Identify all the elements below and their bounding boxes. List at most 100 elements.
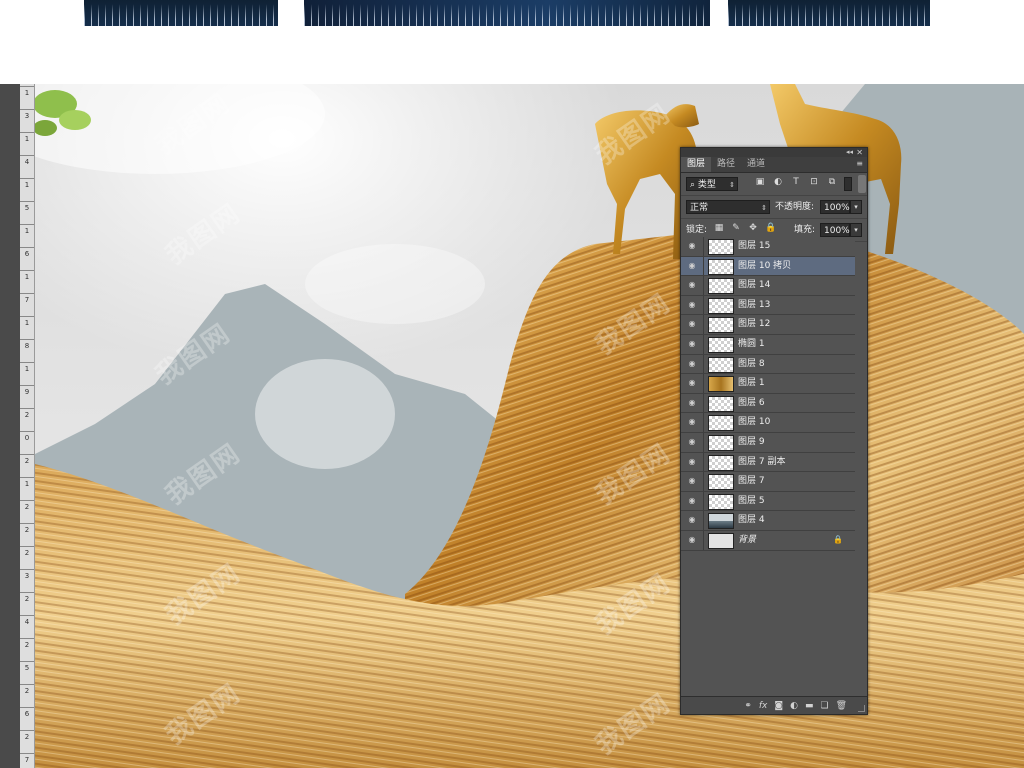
layer-thumbnail[interactable] bbox=[708, 395, 734, 412]
new-group-folder-icon[interactable]: ▬ bbox=[805, 701, 814, 711]
visibility-eye-icon[interactable]: ◉ bbox=[687, 359, 697, 368]
layer-thumbnail[interactable] bbox=[708, 317, 734, 334]
visibility-eye-icon[interactable]: ◉ bbox=[687, 300, 697, 309]
visibility-eye-icon[interactable]: ◉ bbox=[687, 261, 697, 270]
lock-position-move-icon[interactable]: ✥ bbox=[748, 223, 758, 233]
layer-thumbnail[interactable] bbox=[708, 258, 734, 275]
layer-name[interactable]: 图层 10 拷贝 bbox=[738, 257, 791, 275]
layer-thumbnail[interactable] bbox=[708, 434, 734, 451]
layer-row[interactable]: ◉ 图层 1 bbox=[681, 374, 855, 394]
layer-thumbnail[interactable] bbox=[708, 336, 734, 353]
opacity-dropdown-button[interactable]: ▾ bbox=[850, 200, 862, 214]
layer-row[interactable]: ◉ 图层 14 bbox=[681, 276, 855, 296]
layer-name[interactable]: 图层 6 bbox=[738, 394, 765, 412]
layer-name[interactable]: 椭圆 1 bbox=[738, 335, 765, 353]
layers-panel[interactable]: ◂◂ ✕ 图层 路径 通道 ≡ ⌕ 类型 ⇕ ▣ ◐ T ⊡ ⧉ 正常 ⇕ 不透… bbox=[680, 147, 868, 715]
layer-thumbnail[interactable] bbox=[708, 532, 734, 549]
close-icon[interactable]: ✕ bbox=[856, 148, 863, 157]
layer-name[interactable]: 图层 13 bbox=[738, 296, 770, 314]
panel-scrollbar[interactable] bbox=[858, 175, 866, 193]
visibility-eye-icon[interactable]: ◉ bbox=[687, 281, 697, 289]
layer-thumbnail[interactable] bbox=[708, 493, 734, 510]
layer-row[interactable]: ◉ 图层 13 bbox=[681, 295, 855, 316]
layer-style-fx-icon[interactable]: fx bbox=[759, 701, 768, 711]
layer-name[interactable]: 图层 4 bbox=[738, 511, 765, 529]
panel-menu-icon[interactable]: ≡ bbox=[856, 160, 863, 168]
new-layer-icon[interactable]: ❏ bbox=[820, 701, 828, 711]
blend-mode-select[interactable]: 正常 ⇕ bbox=[686, 200, 770, 214]
layer-name[interactable]: 图层 9 bbox=[738, 433, 765, 451]
delete-layer-trash-icon[interactable]: 🗑 bbox=[836, 701, 847, 711]
visibility-eye-icon[interactable]: ◉ bbox=[687, 477, 697, 485]
layer-name[interactable]: 图层 12 bbox=[738, 315, 770, 333]
smart-object-filter-icon[interactable]: ⧉ bbox=[827, 177, 837, 187]
layer-row[interactable]: ◉ 图层 7 副本 bbox=[681, 452, 855, 473]
fill-dropdown-button[interactable]: ▾ bbox=[850, 223, 862, 237]
shape-filter-icon[interactable]: ⊡ bbox=[809, 177, 819, 187]
layer-thumbnail[interactable] bbox=[708, 356, 734, 373]
visibility-eye-icon[interactable]: ◉ bbox=[687, 339, 697, 348]
layer-name[interactable]: 图层 1 bbox=[738, 374, 765, 392]
filter-kind-select[interactable]: ⌕ 类型 ⇕ bbox=[686, 177, 738, 191]
adjustment-filter-icon[interactable]: ◐ bbox=[773, 177, 783, 187]
resize-grip[interactable] bbox=[858, 705, 865, 712]
layer-row[interactable]: ◉ 背景 🔒 bbox=[681, 530, 855, 551]
layer-thumbnail[interactable] bbox=[708, 474, 734, 491]
layer-row[interactable]: ◉ 图层 5 bbox=[681, 491, 855, 512]
type-filter-icon[interactable]: T bbox=[791, 177, 801, 187]
visibility-eye-icon[interactable]: ◉ bbox=[687, 418, 697, 426]
panel-title-bar[interactable]: ◂◂ ✕ bbox=[681, 148, 867, 157]
layer-row[interactable]: ◉ 图层 7 bbox=[681, 472, 855, 492]
document-canvas[interactable] bbox=[35, 84, 1024, 768]
tab-channels[interactable]: 通道 bbox=[741, 157, 771, 172]
link-layers-icon[interactable]: ⚭ bbox=[744, 701, 752, 711]
layer-thumbnail[interactable] bbox=[708, 278, 734, 295]
layer-row[interactable]: ◉ 图层 15 bbox=[681, 237, 855, 257]
visibility-eye-icon[interactable]: ◉ bbox=[687, 535, 697, 544]
preview-thumbnail-3[interactable] bbox=[728, 0, 930, 26]
layer-name[interactable]: 图层 14 bbox=[738, 276, 770, 294]
layer-row[interactable]: ◉ 图层 4 bbox=[681, 511, 855, 531]
adjustment-layer-icon[interactable]: ◐ bbox=[790, 701, 798, 711]
layer-row[interactable]: ◉ 图层 6 bbox=[681, 393, 855, 414]
layer-name[interactable]: 图层 8 bbox=[738, 355, 765, 373]
filter-toggle[interactable] bbox=[844, 177, 852, 191]
visibility-eye-icon[interactable]: ◉ bbox=[687, 516, 697, 524]
layer-thumbnail[interactable] bbox=[708, 513, 734, 530]
tab-layers[interactable]: 图层 bbox=[681, 157, 712, 172]
layer-row[interactable]: ◉ 图层 8 bbox=[681, 354, 855, 375]
visibility-eye-icon[interactable]: ◉ bbox=[687, 496, 697, 505]
opacity-input[interactable]: 100% bbox=[820, 200, 850, 214]
visibility-eye-icon[interactable]: ◉ bbox=[687, 242, 697, 250]
layer-thumbnail[interactable] bbox=[708, 376, 734, 393]
lock-all-icon[interactable]: 🔒 bbox=[765, 223, 776, 233]
layer-thumbnail[interactable] bbox=[708, 297, 734, 314]
preview-thumbnail-2[interactable] bbox=[304, 0, 710, 26]
layer-row[interactable]: ◉ 图层 12 bbox=[681, 315, 855, 335]
lock-pixels-brush-icon[interactable]: ✎ bbox=[731, 223, 741, 233]
layer-name[interactable]: 图层 7 bbox=[738, 472, 765, 490]
add-mask-icon[interactable]: ◙ bbox=[774, 701, 783, 711]
layer-row[interactable]: ◉ 椭圆 1 bbox=[681, 334, 855, 355]
tab-paths[interactable]: 路径 bbox=[711, 157, 741, 172]
layer-name[interactable]: 背景 bbox=[738, 531, 756, 549]
layer-row[interactable]: ◉ 图层 9 bbox=[681, 432, 855, 453]
visibility-eye-icon[interactable]: ◉ bbox=[687, 437, 697, 446]
visibility-eye-icon[interactable]: ◉ bbox=[687, 398, 697, 407]
visibility-eye-icon[interactable]: ◉ bbox=[687, 457, 697, 466]
layer-thumbnail[interactable] bbox=[708, 415, 734, 432]
layer-name[interactable]: 图层 15 bbox=[738, 237, 770, 255]
fill-input[interactable]: 100% bbox=[820, 223, 850, 237]
pixel-filter-icon[interactable]: ▣ bbox=[755, 177, 765, 187]
layer-name[interactable]: 图层 5 bbox=[738, 492, 765, 510]
visibility-eye-icon[interactable]: ◉ bbox=[687, 320, 697, 328]
layer-name[interactable]: 图层 10 bbox=[738, 413, 770, 431]
visibility-eye-icon[interactable]: ◉ bbox=[687, 379, 697, 387]
layer-row[interactable]: ◉ 图层 10 bbox=[681, 413, 855, 433]
layer-row[interactable]: ◉ 图层 10 拷贝 bbox=[681, 256, 855, 277]
layer-name[interactable]: 图层 7 副本 bbox=[738, 453, 785, 471]
layer-thumbnail[interactable] bbox=[708, 454, 734, 471]
layer-thumbnail[interactable] bbox=[708, 239, 734, 255]
preview-thumbnail-1[interactable] bbox=[84, 0, 278, 26]
collapse-icon[interactable]: ◂◂ bbox=[846, 148, 853, 157]
